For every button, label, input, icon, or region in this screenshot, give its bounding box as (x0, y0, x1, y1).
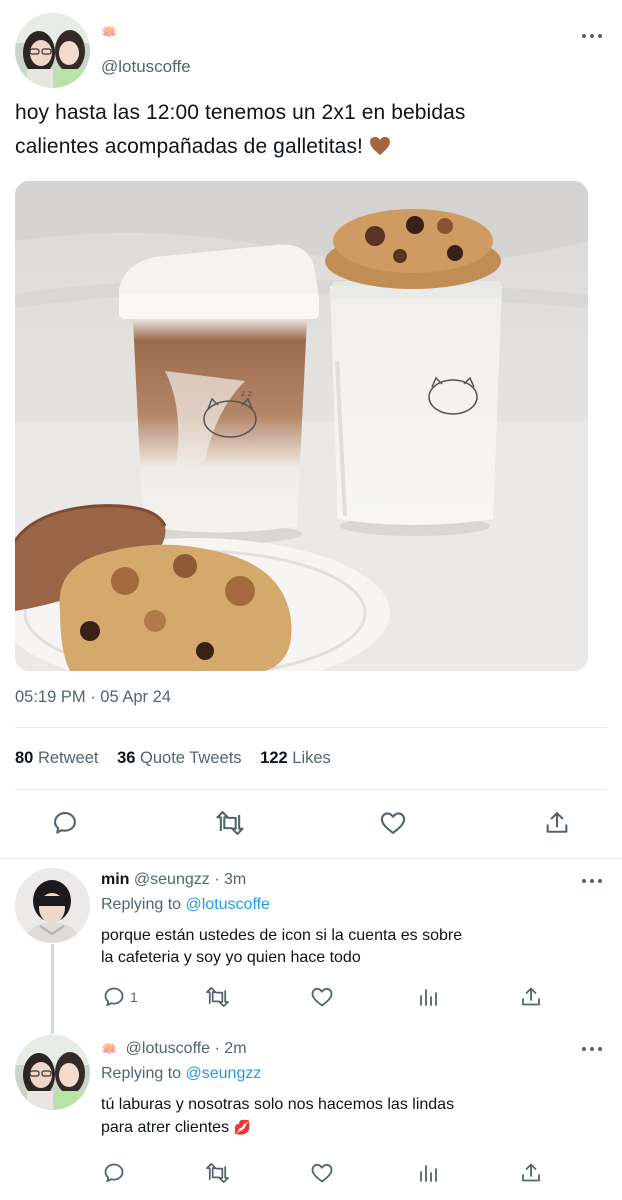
replying-to-link[interactable]: @seungzz (186, 1065, 262, 1082)
more-options-icon[interactable] (582, 33, 602, 39)
divider (15, 727, 607, 728)
quote-count: 36 (117, 749, 136, 767)
engagement-stats: 80 Retweet 36 Quote Tweets 122 Likes (15, 749, 331, 768)
reply-text-line-2: para atrer clientes (101, 1119, 230, 1136)
reply-text-line-1: tú laburas y nosotras solo nos hacemos l… (101, 1096, 455, 1113)
retweet-icon[interactable] (204, 1161, 231, 1185)
lotus-emoji: 🪷 (101, 1041, 118, 1056)
share-icon[interactable] (519, 985, 543, 1009)
reply-text-line-2: la cafeteria y soy yo quien hace todo (101, 949, 361, 966)
divider (0, 858, 622, 859)
svg-text:z z: z z (241, 389, 252, 398)
brown-heart-emoji (369, 133, 391, 167)
divider (15, 789, 607, 790)
retweet-stat[interactable]: 80 Retweet (15, 749, 98, 767)
tweet-text-line-2-content: calientes acompañadas de galletitas! (15, 135, 363, 158)
retweet-label: Retweet (37, 749, 99, 767)
reply-time[interactable]: · 3m (214, 871, 246, 888)
reply-author-handle[interactable]: @seungzz (134, 871, 210, 888)
tweet-text-line-2: calientes acompañadas de galletitas! (15, 130, 610, 167)
likes-count: 122 (260, 749, 288, 767)
kiss-mark-emoji: 💋 (233, 1119, 251, 1135)
more-options-icon[interactable] (582, 1046, 602, 1052)
like-icon[interactable] (379, 809, 407, 837)
tweet-timestamp[interactable]: 05:19 PM · 05 Apr 24 (15, 688, 171, 707)
author-handle[interactable]: @lotuscoffe (101, 57, 191, 77)
reply-avatar-lotuscoffe[interactable] (15, 1035, 90, 1110)
reply-icon[interactable] (51, 809, 79, 837)
reply-text: porque están ustedes de icon si la cuent… (101, 925, 601, 969)
share-icon[interactable] (543, 809, 571, 837)
analytics-icon[interactable] (416, 1161, 440, 1185)
reply-header: min @seungzz · 3m (101, 871, 246, 889)
replying-to-prefix: Replying to (101, 896, 182, 913)
retweet-icon[interactable] (204, 985, 231, 1009)
replying-to-link[interactable]: @lotuscoffe (186, 896, 270, 913)
replying-to: Replying to @seungzz (101, 1065, 261, 1083)
reply-icon[interactable]: 1 (102, 985, 138, 1009)
like-icon[interactable] (310, 985, 334, 1009)
quote-label: Quote Tweets (140, 749, 242, 767)
quote-stat[interactable]: 36 Quote Tweets (117, 749, 241, 767)
reply-text-line-1: porque están ustedes de icon si la cuent… (101, 927, 463, 944)
likes-label: Likes (292, 749, 331, 767)
retweet-icon[interactable] (214, 809, 246, 837)
reply-header: 🪷 @lotuscoffe · 2m (101, 1040, 247, 1058)
reply-avatar-min[interactable] (15, 868, 90, 943)
thread-connector (51, 944, 54, 1034)
more-options-icon[interactable] (582, 878, 602, 884)
tweet-image[interactable]: z z (15, 181, 588, 671)
retweet-count: 80 (15, 749, 34, 767)
reply-time[interactable]: · 2m (215, 1040, 247, 1057)
reply-count: 1 (130, 989, 138, 1005)
share-icon[interactable] (519, 1161, 543, 1185)
reply-icon[interactable] (102, 1161, 126, 1185)
tweet-text: hoy hasta las 12:00 tenemos un 2x1 en be… (15, 96, 610, 167)
replying-to: Replying to @lotuscoffe (101, 896, 270, 914)
reply-text: tú laburas y nosotras solo nos hacemos l… (101, 1094, 601, 1139)
author-avatar[interactable] (15, 13, 90, 88)
like-icon[interactable] (310, 1161, 334, 1185)
reply-text-line-2-wrap: para atrer clientes 💋 (101, 1116, 601, 1139)
replying-to-prefix: Replying to (101, 1065, 182, 1082)
tweet-text-line-1: hoy hasta las 12:00 tenemos un 2x1 en be… (15, 101, 466, 124)
lotus-emoji: 🪷 (101, 24, 118, 39)
likes-stat[interactable]: 122 Likes (260, 749, 331, 767)
analytics-icon[interactable] (416, 985, 440, 1009)
reply-author-handle[interactable]: @lotuscoffe (126, 1040, 210, 1057)
reply-author-name[interactable]: min (101, 871, 129, 888)
